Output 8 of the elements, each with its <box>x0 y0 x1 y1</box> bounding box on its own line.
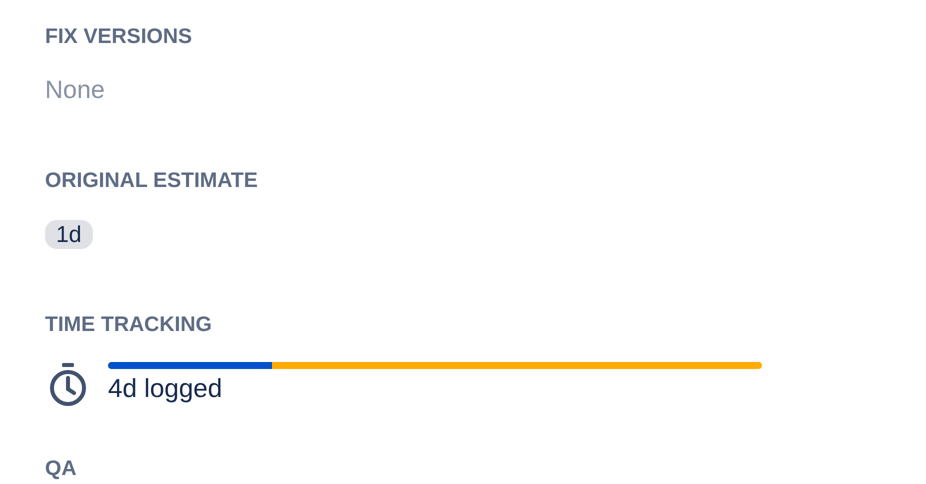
logged-time: 4d logged <box>108 373 224 404</box>
field-value: None <box>45 76 106 105</box>
field-label: FIX VERSIONS <box>45 24 194 50</box>
field-label: QA <box>45 456 78 482</box>
stopwatch-icon <box>48 362 88 408</box>
field-label: ORIGINAL ESTIMATE <box>45 168 259 194</box>
field-label: TIME TRACKING <box>45 312 213 338</box>
estimate-badge: 1d <box>45 220 93 249</box>
